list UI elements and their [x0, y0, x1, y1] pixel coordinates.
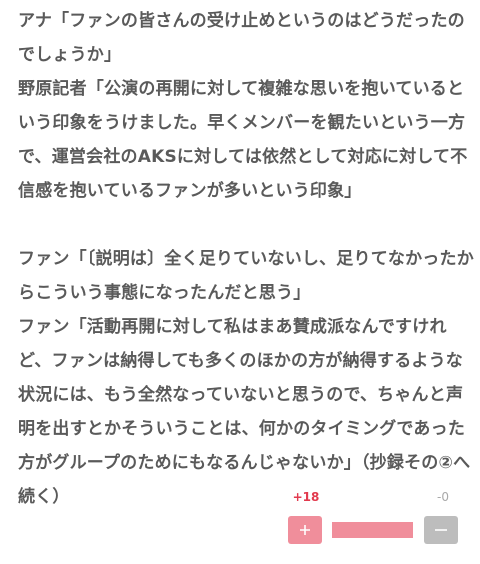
article-paragraph: ファン「〔説明は〕全く足りていないし、足りてなかったからこういう事態になったんだ… [18, 249, 474, 303]
plus-vote-count: +18 [292, 490, 320, 504]
minus-vote-count: -0 [437, 490, 449, 504]
minus-icon [435, 529, 447, 531]
vote-ratio-fill [332, 522, 413, 538]
article-paragraph: ファン「活動再開に対して私はまあ賛成派なんですけれど、ファンは納得しても多くのほ… [18, 317, 471, 507]
upvote-button[interactable] [288, 516, 322, 544]
plus-icon [300, 525, 310, 535]
article-body: アナ「ファンの皆さんの受け止めというのはどうだったのでしょうか」 野原記者「公演… [18, 4, 476, 514]
vote-widget: +18 -0 [0, 488, 480, 564]
downvote-button[interactable] [424, 516, 458, 544]
vote-ratio-bar [332, 522, 413, 538]
article-paragraph: アナ「ファンの皆さんの受け止めというのはどうだったのでしょうか」 [18, 11, 465, 65]
article-paragraph: 野原記者「公演の再開に対して複雑な思いを抱いているという印象をうけました。早くメ… [18, 79, 468, 201]
